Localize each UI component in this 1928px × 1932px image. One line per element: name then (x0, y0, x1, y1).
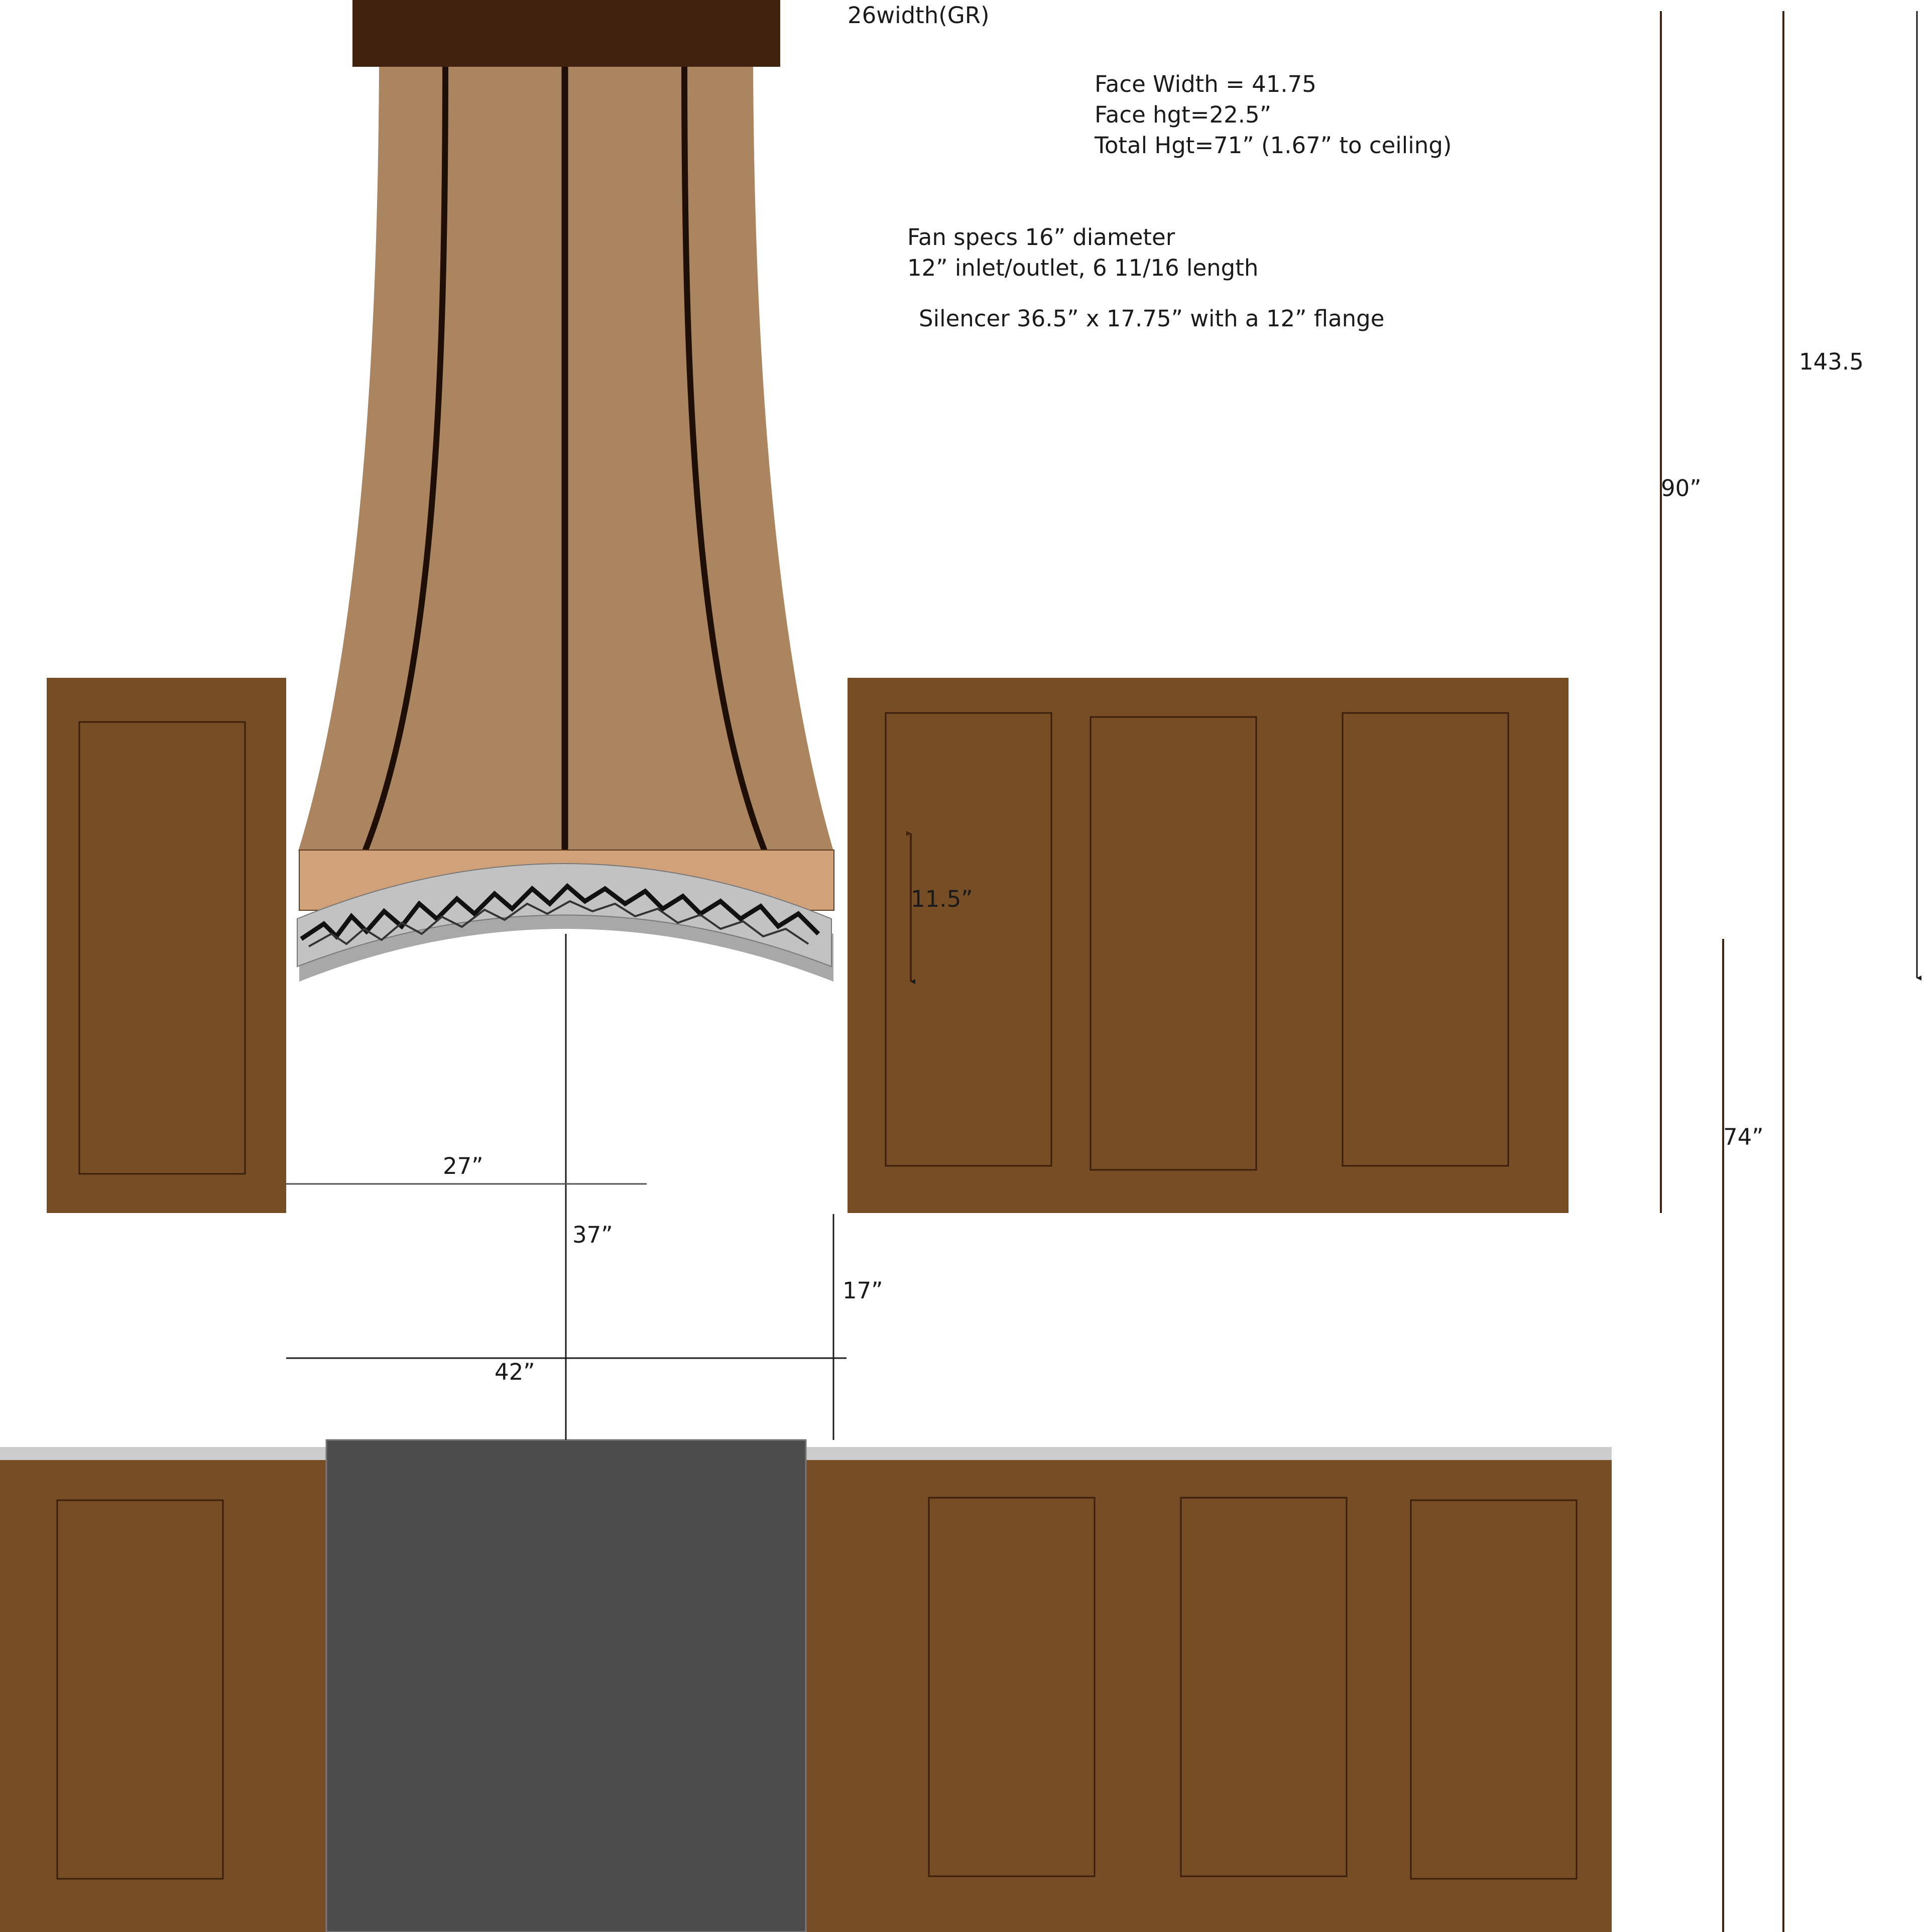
upper-right-cabinet (848, 678, 1569, 1213)
upper-right-cabinet-box (848, 678, 1569, 1213)
upper-left-cabinet (47, 678, 286, 1213)
silencer-note: Silencer 36.5” x 17.75” with a 12” flang… (919, 305, 1385, 332)
cooktop-width-label: 42” (495, 1359, 535, 1385)
counter-to-upper-label: 17” (842, 1277, 883, 1304)
face-width-note: Face Width = 41.75 (1095, 71, 1316, 97)
lower-left-cabinet-box (0, 1460, 326, 1932)
band-height-label: 11.5” (911, 886, 973, 912)
hood-clearance-label: 37” (572, 1222, 613, 1248)
elevation-drawing: 26width(GR) Face Width = 41.75 Face hgt=… (0, 0, 1928, 1932)
total-height-note: Total Hgt=71” (1.67” to ceiling) (1095, 132, 1452, 159)
ceiling-height-label: 143.5 (1799, 348, 1864, 375)
range (325, 1439, 807, 1932)
duct-width-label: 26width(GR) (848, 2, 990, 29)
face-height-note: Face hgt=22.5” (1095, 101, 1272, 128)
upper-left-cabinet-box (47, 678, 286, 1213)
left-clearance-label: 27” (443, 1153, 484, 1179)
lower-right-cabinet-box (806, 1460, 1612, 1932)
upper-to-ceiling-label: 90” (1661, 475, 1702, 502)
floor-to-upper-label: 74” (1723, 1124, 1764, 1150)
duct-cover-cap (352, 0, 780, 67)
drawing-canvas (0, 0, 1921, 1932)
range-hood (297, 0, 834, 982)
fan-specs-note: Fan specs 16” diameter (907, 224, 1175, 251)
fan-inlet-note: 12” inlet/outlet, 6 11/16 length (907, 255, 1259, 281)
